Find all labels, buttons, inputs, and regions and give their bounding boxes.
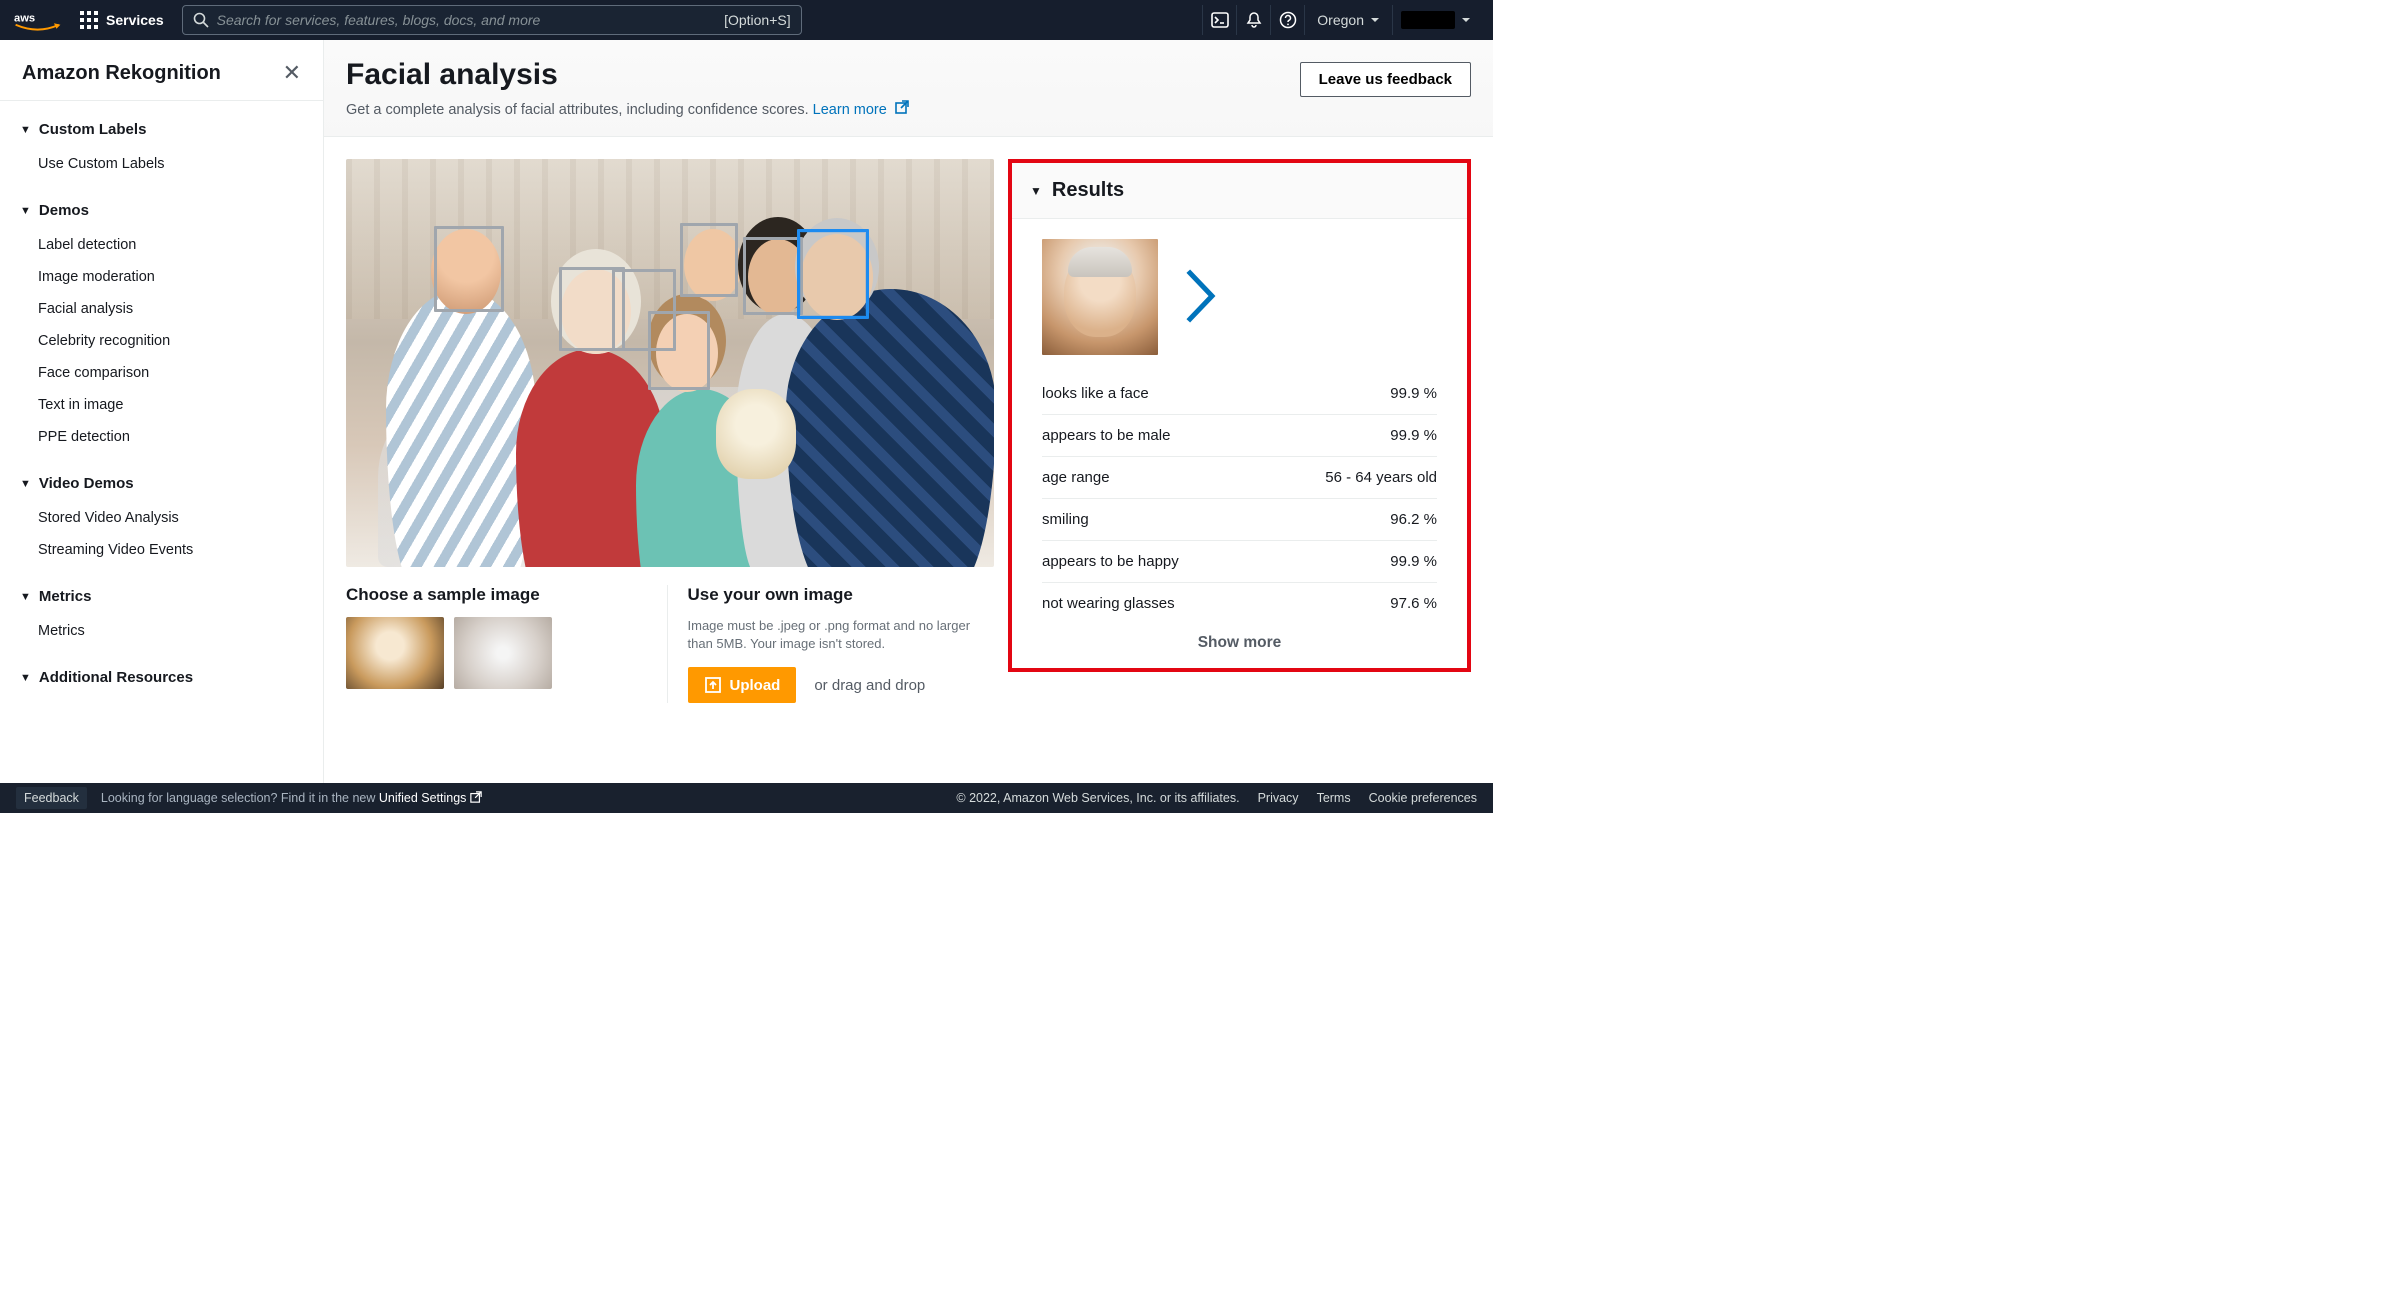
grid-icon: [80, 11, 98, 29]
face-bounding-box[interactable]: [648, 311, 710, 390]
footer-language-hint: Looking for language selection? Find it …: [101, 791, 482, 805]
sample-image-viewer[interactable]: [346, 159, 994, 567]
sidebar-item-use-custom-labels[interactable]: Use Custom Labels: [20, 148, 303, 180]
sidebar-item-text-in-image[interactable]: Text in image: [20, 389, 303, 421]
page-subtitle: Get a complete analysis of facial attrib…: [346, 100, 909, 118]
sidebar-group-demos[interactable]: ▼Demos: [20, 192, 303, 229]
unified-settings-link[interactable]: Unified Settings: [379, 791, 482, 805]
sample-image-title: Choose a sample image: [346, 585, 653, 605]
attribute-row: smiling96.2 %: [1042, 499, 1437, 541]
help-icon: [1279, 11, 1297, 29]
external-link-icon: [895, 102, 909, 118]
external-link-icon: [470, 791, 482, 803]
own-image-title: Use your own image: [688, 585, 995, 605]
results-title: Results: [1052, 179, 1124, 202]
sample-image-panel: Choose a sample image: [346, 585, 667, 703]
chevron-right-icon: [1186, 269, 1216, 323]
sample-thumb-1[interactable]: [346, 617, 444, 689]
cloudshell-icon: [1211, 11, 1229, 29]
cloudshell-button[interactable]: [1202, 5, 1236, 35]
account-menu[interactable]: [1392, 5, 1479, 35]
footer: Feedback Looking for language selection?…: [0, 783, 1493, 813]
caret-down-icon: ▼: [20, 591, 31, 603]
close-sidebar-button[interactable]: ✕: [283, 60, 301, 86]
selected-face-thumbnail: [1042, 239, 1158, 355]
top-nav: aws Services Search for services, featur…: [0, 0, 1493, 40]
show-more-button[interactable]: Show more: [1042, 624, 1437, 658]
footer-feedback-button[interactable]: Feedback: [16, 787, 87, 809]
caret-down-icon: ▼: [20, 478, 31, 490]
caret-down-icon: ▼: [20, 124, 31, 136]
face-bounding-box[interactable]: [743, 237, 803, 315]
bell-icon: [1245, 11, 1263, 29]
results-panel: ▼ Results looks like a face99.9 % app: [1008, 159, 1471, 672]
sidebar-item-facial-analysis[interactable]: Facial analysis: [20, 293, 303, 325]
services-label: Services: [106, 12, 164, 28]
search-hint: [Option+S]: [724, 12, 791, 28]
sidebar-group-additional-resources[interactable]: ▼Additional Resources: [20, 659, 303, 696]
attribute-row: not wearing glasses97.6 %: [1042, 583, 1437, 624]
chevron-down-icon: [1461, 12, 1471, 28]
svg-text:aws: aws: [14, 13, 35, 25]
main-content: Facial analysis Get a complete analysis …: [324, 40, 1493, 783]
search-icon: [193, 12, 209, 28]
attribute-row: looks like a face99.9 %: [1042, 373, 1437, 415]
drag-drop-hint: or drag and drop: [814, 677, 925, 694]
account-name-redacted: [1401, 11, 1455, 29]
help-button[interactable]: [1270, 5, 1304, 35]
sidebar-group-custom-labels[interactable]: ▼Custom Labels: [20, 111, 303, 148]
attribute-list: looks like a face99.9 % appears to be ma…: [1042, 373, 1437, 624]
sidebar-item-label-detection[interactable]: Label detection: [20, 229, 303, 261]
notifications-button[interactable]: [1236, 5, 1270, 35]
attribute-row: appears to be happy99.9 %: [1042, 541, 1437, 583]
caret-down-icon: ▼: [20, 672, 31, 684]
next-face-button[interactable]: [1186, 269, 1216, 326]
leave-feedback-button[interactable]: Leave us feedback: [1300, 62, 1471, 97]
footer-link-privacy[interactable]: Privacy: [1258, 791, 1299, 805]
page-title: Facial analysis: [346, 58, 909, 92]
sample-thumb-2[interactable]: [454, 617, 552, 689]
search-placeholder: Search for services, features, blogs, do…: [217, 12, 541, 28]
search-input[interactable]: Search for services, features, blogs, do…: [182, 5, 802, 35]
own-image-help: Image must be .jpeg or .png format and n…: [688, 617, 995, 653]
aws-logo[interactable]: aws: [14, 9, 62, 31]
learn-more-link[interactable]: Learn more: [813, 102, 909, 118]
region-selector[interactable]: Oregon: [1304, 5, 1392, 35]
sidebar-item-metrics[interactable]: Metrics: [20, 615, 303, 647]
page-header: Facial analysis Get a complete analysis …: [324, 40, 1493, 137]
footer-link-terms[interactable]: Terms: [1317, 791, 1351, 805]
sidebar-group-video-demos[interactable]: ▼Video Demos: [20, 465, 303, 502]
face-bounding-box[interactable]: [797, 229, 869, 319]
sidebar-item-ppe-detection[interactable]: PPE detection: [20, 421, 303, 453]
service-title: Amazon Rekognition: [22, 62, 221, 85]
sidebar-item-streaming-video[interactable]: Streaming Video Events: [20, 534, 303, 566]
sidebar-item-celebrity-recognition[interactable]: Celebrity recognition: [20, 325, 303, 357]
sidebar-item-stored-video[interactable]: Stored Video Analysis: [20, 502, 303, 534]
sidebar: Amazon Rekognition ✕ ▼Custom Labels Use …: [0, 40, 324, 783]
upload-icon: [704, 676, 722, 694]
upload-button[interactable]: Upload: [688, 667, 797, 703]
search-wrap: Search for services, features, blogs, do…: [182, 5, 802, 35]
sidebar-group-metrics[interactable]: ▼Metrics: [20, 578, 303, 615]
face-bounding-box[interactable]: [434, 226, 504, 312]
sidebar-item-image-moderation[interactable]: Image moderation: [20, 261, 303, 293]
caret-down-icon: ▼: [20, 205, 31, 217]
attribute-row: appears to be male99.9 %: [1042, 415, 1437, 457]
region-label: Oregon: [1317, 12, 1364, 28]
services-menu[interactable]: Services: [80, 11, 164, 29]
attribute-row: age range56 - 64 years old: [1042, 457, 1437, 499]
footer-copyright: © 2022, Amazon Web Services, Inc. or its…: [956, 791, 1239, 805]
face-bounding-box[interactable]: [680, 223, 738, 297]
own-image-panel: Use your own image Image must be .jpeg o…: [667, 585, 995, 703]
results-header[interactable]: ▼ Results: [1012, 163, 1467, 219]
footer-link-cookies[interactable]: Cookie preferences: [1369, 791, 1477, 805]
sidebar-item-face-comparison[interactable]: Face comparison: [20, 357, 303, 389]
chevron-down-icon: [1370, 12, 1380, 28]
caret-down-icon: ▼: [1030, 184, 1042, 198]
